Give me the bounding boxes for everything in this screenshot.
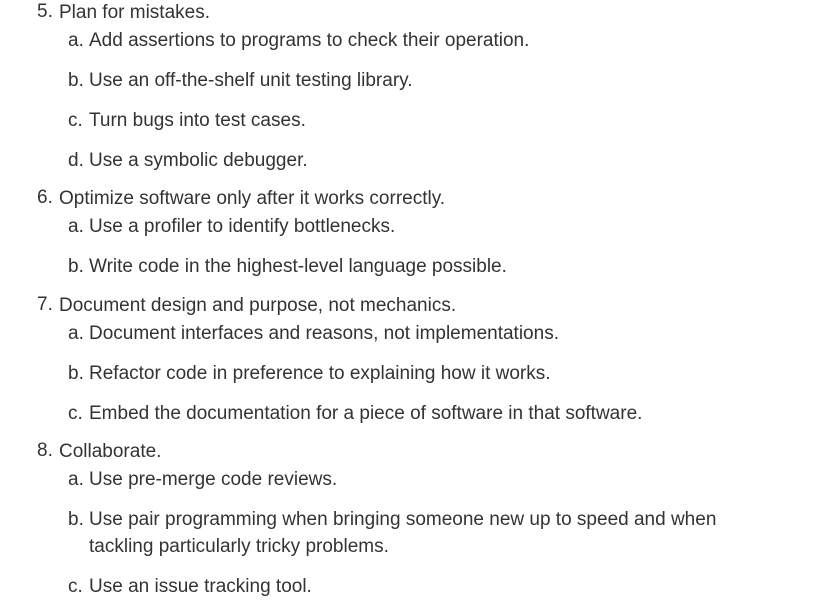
list-item-text: Plan for mistakes. xyxy=(59,2,210,23)
sub-letter: c. xyxy=(68,576,83,597)
sub-letter: b. xyxy=(68,363,84,384)
sub-item: d. Use a symbolic debugger. xyxy=(59,147,822,174)
sub-item-text: Document interfaces and reasons, not imp… xyxy=(89,323,559,344)
list-item-7: 7. Document design and purpose, not mech… xyxy=(0,294,822,427)
sub-item: c. Embed the documentation for a piece o… xyxy=(59,400,822,427)
sub-list: a. Use a profiler to identify bottleneck… xyxy=(59,213,822,280)
sub-item: a. Use pre-merge code reviews. xyxy=(59,466,822,493)
sub-item: b. Use pair programming when bringing so… xyxy=(59,506,822,560)
sub-item-text: Use pre-merge code reviews. xyxy=(89,469,338,490)
sub-item-text: Write code in the highest-level language… xyxy=(89,256,507,277)
document-body: 5. Plan for mistakes. a. Add assertions … xyxy=(0,0,822,600)
sub-item-text: Embed the documentation for a piece of s… xyxy=(89,403,643,424)
list-item-6: 6. Optimize software only after it works… xyxy=(0,187,822,280)
list-item-text: Optimize software only after it works co… xyxy=(59,188,446,209)
sub-item-text: Use an off-the-shelf unit testing librar… xyxy=(89,70,413,91)
sub-letter: b. xyxy=(68,70,84,91)
sub-item: c. Use an issue tracking tool. xyxy=(59,573,822,600)
sub-item: b. Use an off-the-shelf unit testing lib… xyxy=(59,67,822,94)
sub-letter: c. xyxy=(68,110,83,131)
sub-letter: a. xyxy=(68,323,84,344)
sub-list: a. Document interfaces and reasons, not … xyxy=(59,320,822,427)
list-item-text: Document design and purpose, not mechani… xyxy=(59,295,457,316)
list-item-text: Collaborate. xyxy=(59,441,162,462)
sub-item-text: Refactor code in preference to explainin… xyxy=(89,363,551,384)
sub-list: a. Add assertions to programs to check t… xyxy=(59,27,822,174)
sub-letter: c. xyxy=(68,403,83,424)
sub-item: a. Use a profiler to identify bottleneck… xyxy=(59,213,822,240)
sub-list: a. Use pre-merge code reviews. b. Use pa… xyxy=(59,466,822,600)
sub-item-text: Use a profiler to identify bottlenecks. xyxy=(89,216,396,237)
sub-item: a. Add assertions to programs to check t… xyxy=(59,27,822,54)
list-item-8: 8. Collaborate. a. Use pre-merge code re… xyxy=(0,440,822,600)
sub-letter: a. xyxy=(68,469,84,490)
list-number: 6. xyxy=(37,187,53,208)
list-number: 7. xyxy=(37,294,53,315)
sub-item-text: Use an issue tracking tool. xyxy=(89,576,312,597)
practice-list: 5. Plan for mistakes. a. Add assertions … xyxy=(0,0,822,600)
list-item-5: 5. Plan for mistakes. a. Add assertions … xyxy=(0,1,822,174)
sub-letter: a. xyxy=(68,30,84,51)
list-number: 5. xyxy=(37,1,53,22)
sub-letter: b. xyxy=(68,509,84,530)
sub-letter: b. xyxy=(68,256,84,277)
sub-item: a. Document interfaces and reasons, not … xyxy=(59,320,822,347)
sub-item: b. Refactor code in preference to explai… xyxy=(59,360,822,387)
sub-item-text: Turn bugs into test cases. xyxy=(89,110,306,131)
sub-item: b. Write code in the highest-level langu… xyxy=(59,253,822,280)
sub-letter: d. xyxy=(68,150,84,171)
list-number: 8. xyxy=(37,440,53,461)
sub-item-text: Add assertions to programs to check thei… xyxy=(89,30,530,51)
sub-item: c. Turn bugs into test cases. xyxy=(59,107,822,134)
sub-item-text: Use a symbolic debugger. xyxy=(89,150,308,171)
sub-letter: a. xyxy=(68,216,84,237)
sub-item-text: Use pair programming when bringing someo… xyxy=(89,509,717,557)
